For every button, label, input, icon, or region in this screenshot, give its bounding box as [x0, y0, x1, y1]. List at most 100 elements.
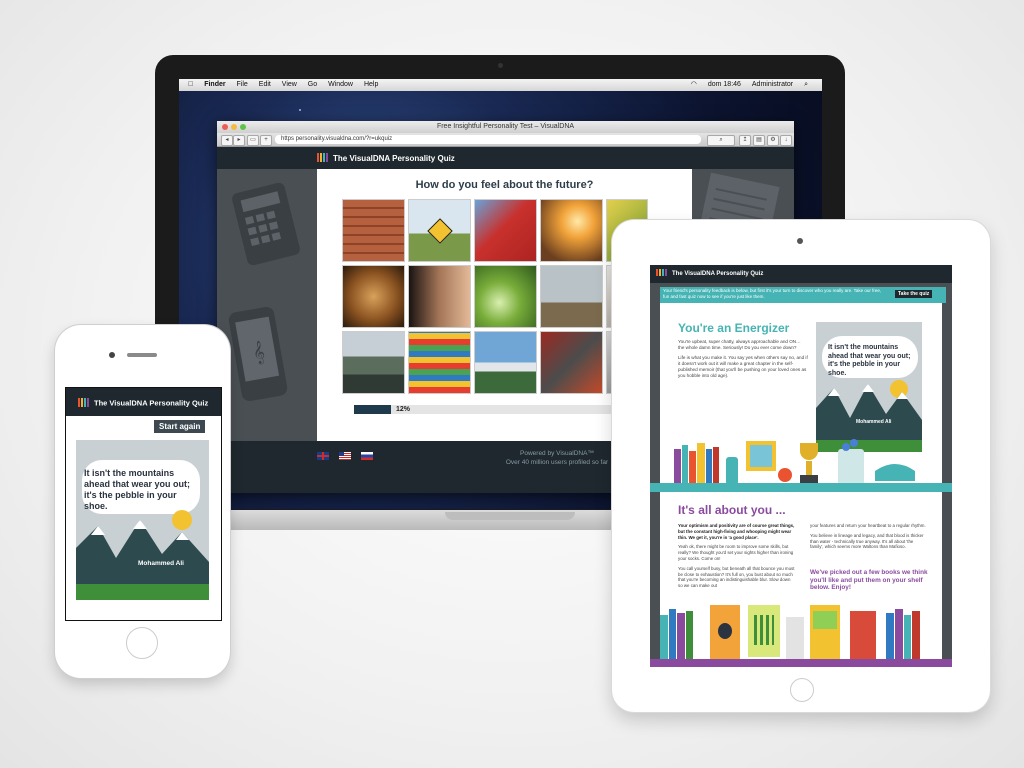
quiz-option-scrapyard[interactable] [540, 331, 603, 394]
window-title: Free Insightful Personality Test – Visua… [436, 123, 575, 130]
phone-quote-card: It isn't the mountains ahead that wear y… [76, 440, 209, 600]
quiz-option-celebration[interactable] [474, 199, 537, 262]
quote-text: It isn't the mountains ahead that wear y… [828, 344, 911, 377]
about-paragraph: You call yourself busy, but beneath all … [678, 565, 795, 589]
tablet-site-title: The VisualDNA Personality Quiz [672, 271, 764, 278]
book-spine[interactable] [895, 609, 903, 659]
quote-author: Mohammed Ali [856, 419, 892, 425]
book-spine[interactable] [686, 611, 693, 659]
book-cover[interactable] [710, 605, 740, 659]
menu-help[interactable]: Help [364, 81, 378, 88]
phone-device: The VisualDNA Personality Quiz Start aga… [55, 325, 230, 678]
about-paragraph: your features and return your heartbeat … [810, 523, 926, 528]
quiz-option-field[interactable] [540, 265, 603, 328]
book-cover[interactable] [810, 605, 840, 659]
shelf-bottom [650, 659, 952, 667]
book-spine[interactable] [677, 613, 685, 659]
books-heading: We've picked out a few books we think yo… [810, 569, 928, 591]
quiz-option-road-sign[interactable] [408, 199, 471, 262]
tablet-home-button[interactable] [790, 678, 814, 702]
forward-icon[interactable]: ▸ [233, 135, 245, 146]
phone-home-button[interactable] [126, 627, 158, 659]
quiz-option-sunset[interactable] [540, 199, 603, 262]
add-tab-icon[interactable]: + [260, 135, 272, 146]
quote-author: Mohammed Ali [138, 560, 184, 567]
book-cover[interactable] [850, 611, 876, 659]
tablet-camera [797, 238, 803, 244]
result-paragraph: Life is what you make it. You say yes wh… [678, 355, 808, 378]
download-icon[interactable]: ↓ [780, 135, 792, 146]
russia-flag-icon[interactable] [361, 452, 373, 460]
phone-camera [109, 352, 115, 358]
user-menu[interactable]: Administrator [752, 81, 793, 88]
quote-text: It isn't the mountains ahead that wear y… [84, 468, 191, 511]
about-column-left: Your optimism and positivity are of cour… [678, 523, 796, 589]
take-quiz-button[interactable]: Take the quiz [895, 290, 933, 298]
close-icon[interactable] [222, 124, 228, 130]
tablet-site-logo[interactable]: The VisualDNA Personality Quiz [656, 269, 763, 278]
wifi-icon[interactable]: ◠ [691, 81, 697, 88]
start-again-button[interactable]: Start again [154, 420, 206, 433]
site-logo[interactable]: The VisualDNA Personality Quiz [317, 153, 455, 165]
menu-finder[interactable]: Finder [204, 81, 225, 88]
progress-fill [354, 405, 392, 414]
uk-flag-icon[interactable] [317, 452, 329, 460]
about-lead: Your optimism and positivity are of cour… [678, 523, 795, 540]
result-description: You're upbeat, super chatty, always appr… [678, 339, 808, 379]
menu-view[interactable]: View [282, 81, 297, 88]
result-title: You're an Energizer [678, 321, 790, 335]
tablet-bg-left [650, 283, 660, 659]
menu-window[interactable]: Window [328, 81, 353, 88]
quiz-option-lion[interactable] [342, 265, 405, 328]
logo-icon [317, 153, 329, 165]
menu-file[interactable]: File [237, 81, 248, 88]
phone-site-logo[interactable]: The VisualDNA Personality Quiz [78, 398, 208, 409]
share-icon[interactable]: ↥ [739, 135, 751, 146]
quiz-option-jenga[interactable] [408, 331, 471, 394]
book-spine[interactable] [669, 609, 676, 659]
settings-icon[interactable]: ⚙ [767, 135, 779, 146]
tablet-banner: Your friend's personality feedback is be… [660, 287, 946, 303]
quiz-option-face[interactable] [408, 265, 471, 328]
phone-site-title: The VisualDNA Personality Quiz [94, 398, 209, 408]
quiz-option-brick-wall[interactable] [342, 199, 405, 262]
minimize-icon[interactable] [231, 124, 237, 130]
logo-icon [78, 398, 90, 409]
pencil-cup [786, 617, 804, 659]
about-column-right: your features and return your heartbeat … [810, 523, 928, 550]
laptop-camera [498, 63, 503, 68]
search-field[interactable]: ⌕ [707, 135, 735, 146]
result-paragraph: You're upbeat, super chatty, always appr… [678, 339, 801, 350]
book-spine[interactable] [912, 611, 920, 659]
book-spine[interactable] [904, 615, 911, 659]
site-title: The VisualDNA Personality Quiz [333, 154, 455, 164]
book-spine[interactable] [660, 615, 668, 659]
about-paragraph: You believe in lineage and legacy, and t… [810, 532, 924, 550]
quiz-option-road[interactable] [342, 331, 405, 394]
bookmarks-icon[interactable]: ▤ [753, 135, 765, 146]
url-field[interactable]: https personality.visualdna.com/?r=ukqui… [275, 135, 701, 144]
browser-toolbar: ◂ ▸ ▭ + https personality.visualdna.com/… [217, 133, 794, 147]
about-paragraph: Yeah ok, there might be room to improve … [678, 544, 794, 561]
tablet-bg-right [942, 283, 952, 659]
menu-go[interactable]: Go [308, 81, 317, 88]
phone-screen: The VisualDNA Personality Quiz Start aga… [65, 387, 222, 621]
book-cover[interactable] [748, 605, 780, 657]
phone-site-header: The VisualDNA Personality Quiz [66, 388, 221, 416]
maximize-icon[interactable] [240, 124, 246, 130]
quiz-option-runner[interactable] [474, 331, 537, 394]
book-spine[interactable] [886, 613, 894, 659]
spotlight-icon[interactable]: ⌕ [804, 81, 808, 88]
apple-icon[interactable]:  [188, 81, 193, 88]
quiz-option-dandelion[interactable] [474, 265, 537, 328]
mountains-illustration [76, 520, 209, 600]
tablet-device: The VisualDNA Personality Quiz Your frie… [612, 220, 990, 712]
clock[interactable]: dom 18:46 [708, 81, 741, 88]
reader-icon[interactable]: ▭ [247, 135, 259, 146]
menu-edit[interactable]: Edit [259, 81, 271, 88]
us-flag-icon[interactable] [339, 452, 351, 460]
laptop-notch [445, 512, 575, 520]
about-title: It's all about you ... [678, 503, 786, 517]
back-icon[interactable]: ◂ [221, 135, 233, 146]
menubar-status: ◠ dom 18:46 Administrator ⌕ [682, 79, 808, 91]
